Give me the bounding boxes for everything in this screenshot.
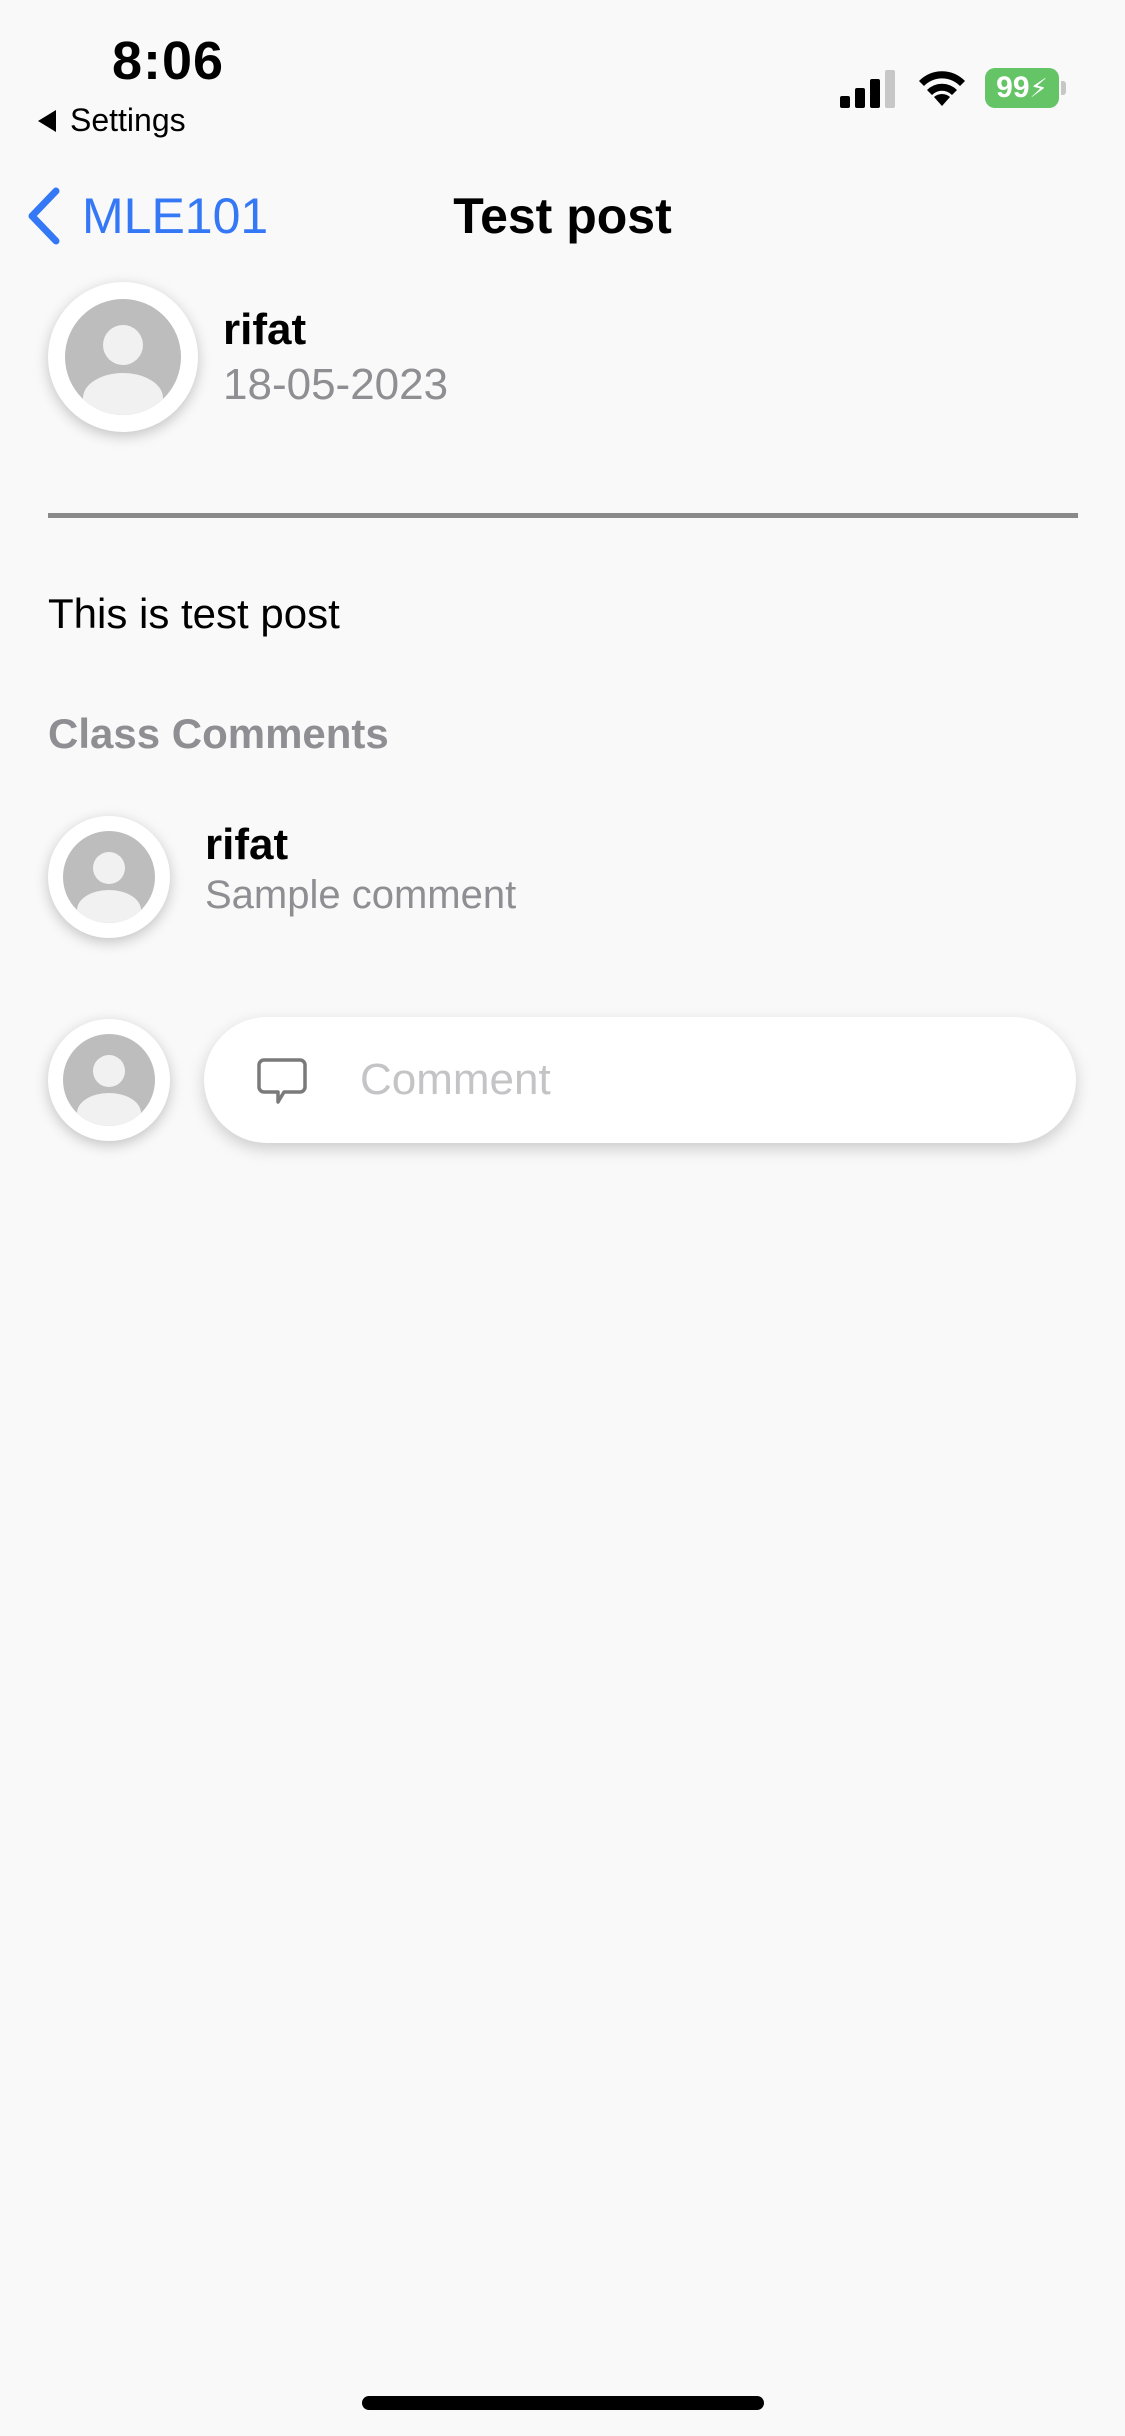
- charging-bolt-icon: ⚡: [1029, 72, 1048, 103]
- speech-bubble-icon: [257, 1058, 307, 1104]
- page-title: Test post: [453, 188, 672, 244]
- wifi-icon: [919, 71, 965, 106]
- comment-text: Sample comment: [205, 873, 517, 917]
- status-bar: 8:06 Settings 99 ⚡: [0, 0, 1125, 150]
- cellular-signal-icon: [840, 70, 895, 108]
- current-user-avatar: [48, 1019, 170, 1141]
- battery-icon: 99 ⚡: [985, 68, 1067, 108]
- battery-level-text: 99: [996, 71, 1030, 104]
- back-to-app-label: Settings: [70, 102, 186, 138]
- home-indicator[interactable]: [362, 2396, 764, 2410]
- divider: [48, 513, 1078, 518]
- comment-input[interactable]: [360, 1017, 1040, 1143]
- post-author-avatar[interactable]: [48, 282, 198, 432]
- comment-author-name: rifat: [205, 820, 289, 869]
- post-date: 18-05-2023: [223, 360, 449, 409]
- person-icon: [63, 1034, 155, 1126]
- battery-level: 99 ⚡: [985, 68, 1059, 108]
- comment-author-avatar[interactable]: [48, 816, 170, 938]
- post-author-name: rifat: [223, 305, 307, 354]
- comments-section-header: Class Comments: [48, 710, 389, 757]
- person-icon: [65, 299, 181, 415]
- back-triangle-icon: [38, 109, 56, 132]
- back-to-app-button[interactable]: Settings: [38, 102, 186, 139]
- post-body: This is test post: [48, 590, 340, 637]
- status-time: 8:06: [112, 31, 225, 91]
- person-icon: [63, 831, 155, 923]
- battery-cap: [1061, 81, 1066, 95]
- comment-input-container[interactable]: [204, 1017, 1076, 1143]
